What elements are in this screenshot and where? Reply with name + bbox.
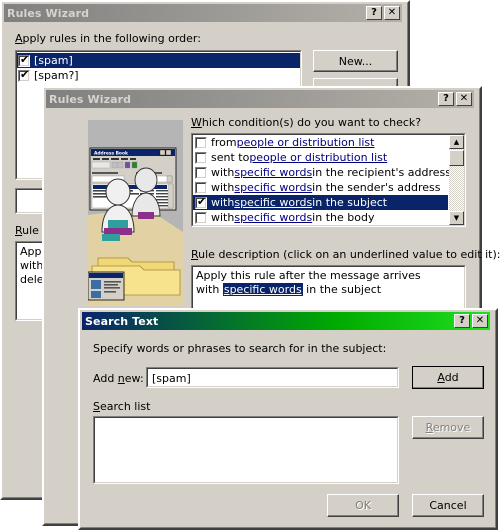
condition-post: in the body <box>312 211 375 224</box>
window-title: Rules Wizard <box>7 6 90 20</box>
condition-item-body[interactable]: with specific words in the body <box>193 210 448 225</box>
titlebar-rules-wizard-back[interactable]: Rules Wizard ? ✕ <box>4 4 402 22</box>
wizard-illustration-art: Address Book <box>88 120 183 305</box>
condition-link[interactable]: people or distribution list <box>237 136 375 149</box>
cancel-button-label: Cancel <box>429 499 467 512</box>
conditions-list[interactable]: from people or distribution list sent to… <box>191 133 466 227</box>
window-title: Search Text <box>85 314 159 328</box>
condition-link[interactable]: people or distribution list <box>249 151 387 164</box>
condition-link[interactable]: specific words <box>234 166 312 179</box>
condition-pre: sent to <box>211 151 250 164</box>
svg-text:Address Book: Address Book <box>94 151 128 157</box>
rule-description-post: in the subject <box>302 283 382 296</box>
close-icon[interactable]: ✕ <box>472 314 488 328</box>
condition-item-from[interactable]: from people or distribution list <box>193 135 448 150</box>
help-titlebar-icon[interactable]: ? <box>366 6 382 20</box>
condition-pre: from <box>211 136 237 149</box>
rule-description-label: Rule description (click on an underlined… <box>191 248 500 261</box>
scrollbar-thumb[interactable] <box>449 150 464 166</box>
ok-button[interactable]: OK <box>327 494 399 517</box>
condition-post: in the subject <box>312 196 388 209</box>
search-text-prompt: Specify words or phrases to search for i… <box>93 342 387 355</box>
rule-description-line-2: with specific words in the subject <box>196 283 465 297</box>
titlebar-search-text[interactable]: Search Text ? ✕ <box>82 312 490 330</box>
help-titlebar-icon[interactable]: ? <box>454 314 470 328</box>
checkbox-icon[interactable] <box>195 166 207 179</box>
checkbox-icon[interactable] <box>195 181 207 194</box>
add-new-label: Add new: <box>93 372 144 385</box>
rules-list-item[interactable]: [spam?] <box>16 68 301 83</box>
rule-description-line-1: Apply this rule after the message arrive… <box>196 269 421 282</box>
remove-button[interactable]: Remove <box>412 416 484 439</box>
condition-item-subject[interactable]: with specific words in the subject <box>193 195 448 210</box>
new-rule-button[interactable]: New... <box>313 50 398 72</box>
rules-list-item[interactable]: [spam] <box>16 53 301 68</box>
scroll-down-icon[interactable]: ▼ <box>449 211 464 225</box>
condition-post: in the sender's address <box>312 181 441 194</box>
search-text-dialog: Search Text ? ✕ Specify words or phrases… <box>78 308 498 530</box>
titlebar-buttons: ? ✕ <box>366 6 400 20</box>
checkbox-icon[interactable] <box>195 136 207 149</box>
conditions-scrollbar[interactable]: ▲ ▼ <box>449 135 464 225</box>
new-rule-label: New... <box>338 54 373 68</box>
rule-description-editable-value[interactable]: specific words <box>222 283 303 296</box>
condition-item-sender-address[interactable]: with specific words in the sender's addr… <box>193 180 448 195</box>
wizard-illustration: Address Book <box>88 120 183 305</box>
condition-post: in the recipient's address <box>312 166 451 179</box>
condition-link[interactable]: specific words <box>234 181 312 194</box>
scroll-up-icon[interactable]: ▲ <box>449 135 464 149</box>
checkbox-icon[interactable] <box>195 196 207 209</box>
help-titlebar-icon[interactable]: ? <box>438 92 454 106</box>
condition-link[interactable]: specific words <box>234 211 312 224</box>
checkbox-icon[interactable] <box>18 69 30 82</box>
condition-pre: with <box>211 196 235 209</box>
add-new-field-wrap[interactable] <box>146 367 399 388</box>
condition-question: Which condition(s) do you want to check? <box>191 116 422 129</box>
rule-name: [spam?] <box>34 69 79 82</box>
condition-pre: with <box>211 211 235 224</box>
condition-item-recipient-address[interactable]: with specific words in the recipient's a… <box>193 165 451 180</box>
close-icon[interactable]: ✕ <box>384 6 400 20</box>
rule-name: [spam] <box>34 54 73 67</box>
remove-button-label: Remove <box>425 421 471 434</box>
condition-pre: with <box>211 181 235 194</box>
ok-button-label: OK <box>355 499 371 512</box>
apply-rules-prompt: Apply rules in the following order: <box>15 32 201 45</box>
window-title: Rules Wizard <box>49 92 132 106</box>
rule-description-pre: with <box>196 283 223 296</box>
condition-item-sent-to[interactable]: sent to people or distribution list <box>193 150 448 165</box>
condition-link[interactable]: specific words <box>234 196 312 209</box>
checkbox-icon[interactable] <box>18 54 30 67</box>
search-list-label: Search list <box>93 400 151 413</box>
add-button-label: Add <box>437 371 459 384</box>
add-button[interactable]: Add <box>412 366 484 389</box>
checkbox-icon[interactable] <box>195 151 207 164</box>
search-list[interactable] <box>93 416 399 484</box>
titlebar-buttons: ? ✕ <box>454 314 488 328</box>
titlebar-buttons: ? ✕ <box>438 92 472 106</box>
checkbox-icon[interactable] <box>195 211 207 224</box>
condition-pre: with <box>211 166 235 179</box>
titlebar-rules-wizard-middle[interactable]: Rules Wizard ? ✕ <box>46 90 474 108</box>
cancel-button[interactable]: Cancel <box>412 494 484 517</box>
close-icon[interactable]: ✕ <box>456 92 472 106</box>
add-new-input[interactable] <box>150 370 398 387</box>
